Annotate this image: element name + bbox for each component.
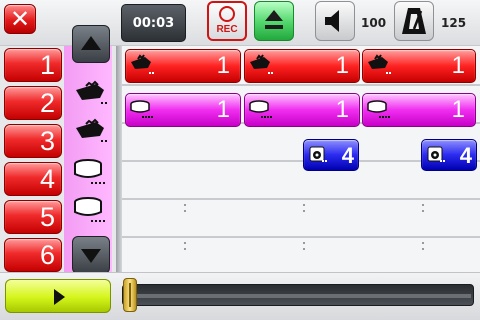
metronome-icon (402, 8, 426, 34)
clip[interactable]: 1 (362, 93, 476, 127)
track-label: 6 (39, 240, 55, 270)
track-label: 1 (39, 50, 55, 80)
volume-button[interactable] (315, 1, 355, 41)
clip[interactable]: 4 (421, 139, 477, 171)
track-3-button[interactable]: 3 (4, 124, 62, 158)
record-icon (219, 6, 235, 22)
track-label: 2 (39, 88, 55, 118)
clip[interactable]: 1 (244, 93, 360, 127)
track-label: 3 (39, 126, 55, 156)
clip[interactable]: 4 (303, 139, 359, 171)
track-4-button[interactable]: 4 (4, 162, 62, 196)
hand-clap-icon (250, 54, 273, 74)
play-button[interactable] (5, 279, 111, 313)
instrument-item[interactable] (74, 80, 110, 108)
speaker-box-icon (309, 146, 327, 162)
close-icon: ✕ (9, 5, 31, 33)
hand-clap-icon (76, 118, 107, 142)
drum-icon (74, 159, 105, 184)
chevron-down-icon (81, 249, 101, 263)
drum-icon (367, 100, 390, 118)
clip-label: 1 (216, 96, 230, 123)
scroll-down-button[interactable] (72, 236, 110, 274)
clip-label: 1 (335, 52, 349, 79)
clip-label: 1 (451, 96, 465, 123)
clip-label: 1 (335, 96, 349, 123)
timeline-scrollbar[interactable] (116, 46, 122, 272)
drum-icon (130, 100, 153, 118)
slider-thumb[interactable] (123, 278, 137, 312)
instrument-item[interactable] (74, 158, 110, 186)
track-label: 5 (39, 202, 55, 232)
record-label: REC (216, 24, 238, 35)
hand-clap-icon (131, 54, 154, 74)
track-label: 4 (39, 164, 55, 194)
slider-progress (127, 294, 471, 298)
hand-clap-icon (76, 80, 107, 104)
clip[interactable]: 1 (125, 93, 241, 127)
instrument-item[interactable] (74, 196, 110, 224)
tempo-value: 125 (441, 16, 467, 30)
instrument-item[interactable] (74, 118, 110, 146)
clip[interactable]: 1 (244, 49, 360, 83)
track-5-button[interactable]: 5 (4, 200, 62, 234)
volume-value: 100 (361, 16, 387, 30)
track-6-button[interactable]: 6 (4, 238, 62, 272)
clip-label: 1 (216, 52, 230, 79)
record-button[interactable]: REC (207, 1, 247, 41)
clip[interactable]: 1 (125, 49, 241, 83)
close-button[interactable]: ✕ (4, 4, 36, 34)
playback-position-slider[interactable] (122, 284, 474, 306)
drum-icon (249, 100, 272, 118)
speaker-icon (325, 10, 339, 32)
track-1-button[interactable]: 1 (4, 48, 62, 82)
eject-button[interactable] (254, 1, 294, 41)
track-2-button[interactable]: 2 (4, 86, 62, 120)
tempo-button[interactable] (394, 1, 434, 41)
drum-icon (74, 197, 105, 222)
time-display: 00:03 (121, 4, 186, 42)
clip[interactable]: 1 (362, 49, 476, 83)
chevron-up-icon (81, 36, 101, 50)
clip-label: 1 (451, 52, 465, 79)
play-icon (54, 289, 65, 305)
scroll-up-button[interactable] (72, 25, 110, 63)
clip-label: 4 (459, 143, 472, 168)
eject-icon (265, 10, 283, 21)
hand-clap-icon (368, 54, 391, 74)
clip-label: 4 (341, 143, 354, 168)
speaker-box-icon (427, 146, 445, 162)
